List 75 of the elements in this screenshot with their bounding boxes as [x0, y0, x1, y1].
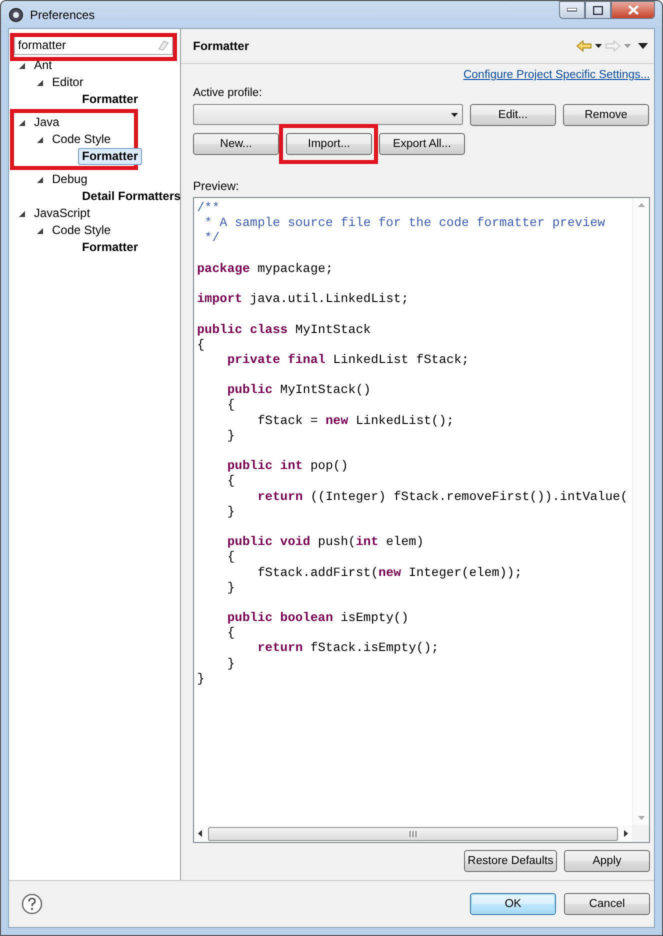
dropdown-icon[interactable] — [595, 44, 602, 48]
code-line: } — [226, 580, 236, 596]
code-line: { — [226, 474, 236, 490]
minimize-button[interactable] — [559, 1, 585, 19]
profile-button[interactable]: Edit... — [470, 104, 556, 126]
help-icon[interactable] — [21, 893, 43, 915]
close-button[interactable] — [611, 1, 655, 19]
dialog-button[interactable]: OK — [470, 893, 556, 915]
minimize-icon — [567, 8, 577, 12]
expand-arrow-icon[interactable] — [18, 62, 26, 70]
code-line: { — [197, 338, 206, 353]
dialog-button[interactable]: Cancel — [564, 893, 650, 915]
expand-arrow-icon[interactable] — [18, 118, 26, 126]
code-line: fStack = new LinkedList(); — [256, 414, 455, 429]
scroll-left-icon[interactable] — [198, 830, 202, 837]
code-line: import java.util.LinkedList; — [197, 292, 410, 308]
tree-item[interactable]: Editor — [48, 74, 88, 91]
code-line: public class MyIntStack — [197, 322, 372, 338]
code-line: public void push(int elem) — [226, 535, 425, 550]
tree-item[interactable]: Debug — [48, 171, 92, 188]
profile-action-button[interactable]: Import... — [286, 133, 372, 155]
tree-item[interactable]: Java — [30, 114, 64, 131]
code-line: { — [226, 550, 236, 566]
code-line: } — [226, 504, 236, 520]
page-title: Formatter — [193, 39, 250, 53]
window-title: Preferences — [30, 8, 96, 22]
tree-item[interactable]: Code Style — [48, 222, 115, 239]
page-button[interactable]: Restore Defaults — [464, 850, 557, 872]
scroll-right-icon[interactable] — [624, 830, 628, 837]
code-line: return ((Integer) fStack.removeFirst()).intValue( — [256, 490, 629, 505]
expand-arrow-icon[interactable] — [18, 210, 26, 218]
tree-item[interactable]: Code Style — [48, 131, 115, 148]
grip-icon — [409, 830, 417, 836]
menu-icon[interactable] — [638, 43, 648, 49]
tree-item[interactable]: Ant — [30, 57, 56, 74]
code-line: } — [226, 428, 236, 444]
page-button[interactable]: Apply — [564, 850, 650, 872]
code-line: } — [197, 672, 206, 687]
profile-action-button[interactable]: New... — [193, 133, 279, 155]
profile-action-button[interactable]: Export All... — [379, 133, 465, 155]
code-line: { — [226, 626, 236, 642]
maximize-icon — [593, 6, 603, 14]
tree-item[interactable]: Detail Formatters — [78, 188, 185, 205]
tree-item[interactable]: JavaScript — [30, 205, 94, 222]
expand-arrow-icon[interactable] — [36, 226, 44, 234]
code-line: return fStack.isEmpty(); — [256, 641, 440, 657]
profile-label: Active profile: — [193, 87, 264, 99]
code-line: package mypackage; — [197, 262, 334, 277]
code-line: /** — [197, 201, 221, 216]
dropdown-icon[interactable] — [451, 112, 458, 116]
maximize-button[interactable] — [585, 1, 611, 19]
close-icon — [628, 5, 638, 15]
code-line: fStack.addFirst(new Integer(elem)); — [256, 566, 523, 581]
filter-field[interactable]: formatter — [14, 35, 173, 55]
expand-arrow-icon[interactable] — [36, 78, 44, 86]
code-line: { — [226, 398, 236, 414]
code-line: } — [226, 656, 236, 672]
code-line: */ — [204, 231, 221, 247]
scrollbar-corner — [632, 825, 649, 842]
expand-arrow-icon[interactable] — [36, 176, 44, 184]
scroll-thumb[interactable] — [208, 826, 618, 840]
horizontal-scrollbar[interactable] — [194, 825, 632, 842]
tree-item[interactable]: Formatter — [78, 239, 142, 256]
tree-item[interactable]: Formatter — [78, 148, 142, 165]
code-line: public boolean isEmpty() — [226, 611, 410, 626]
preview-label: Preview: — [193, 179, 240, 193]
settings-link[interactable]: Configure Project Specific Settings... — [463, 69, 650, 81]
code-line: * A sample source file for the code formatter preview — [204, 216, 606, 232]
profile-button[interactable]: Remove — [563, 104, 649, 126]
code-line: public int pop() — [226, 459, 350, 474]
code-line: private final LinkedList fStack; — [226, 352, 470, 368]
expand-arrow-icon[interactable] — [36, 136, 44, 144]
code-line: public MyIntStack() — [226, 383, 372, 398]
tree-item[interactable]: Formatter — [78, 91, 142, 108]
gear-icon — [8, 6, 24, 22]
